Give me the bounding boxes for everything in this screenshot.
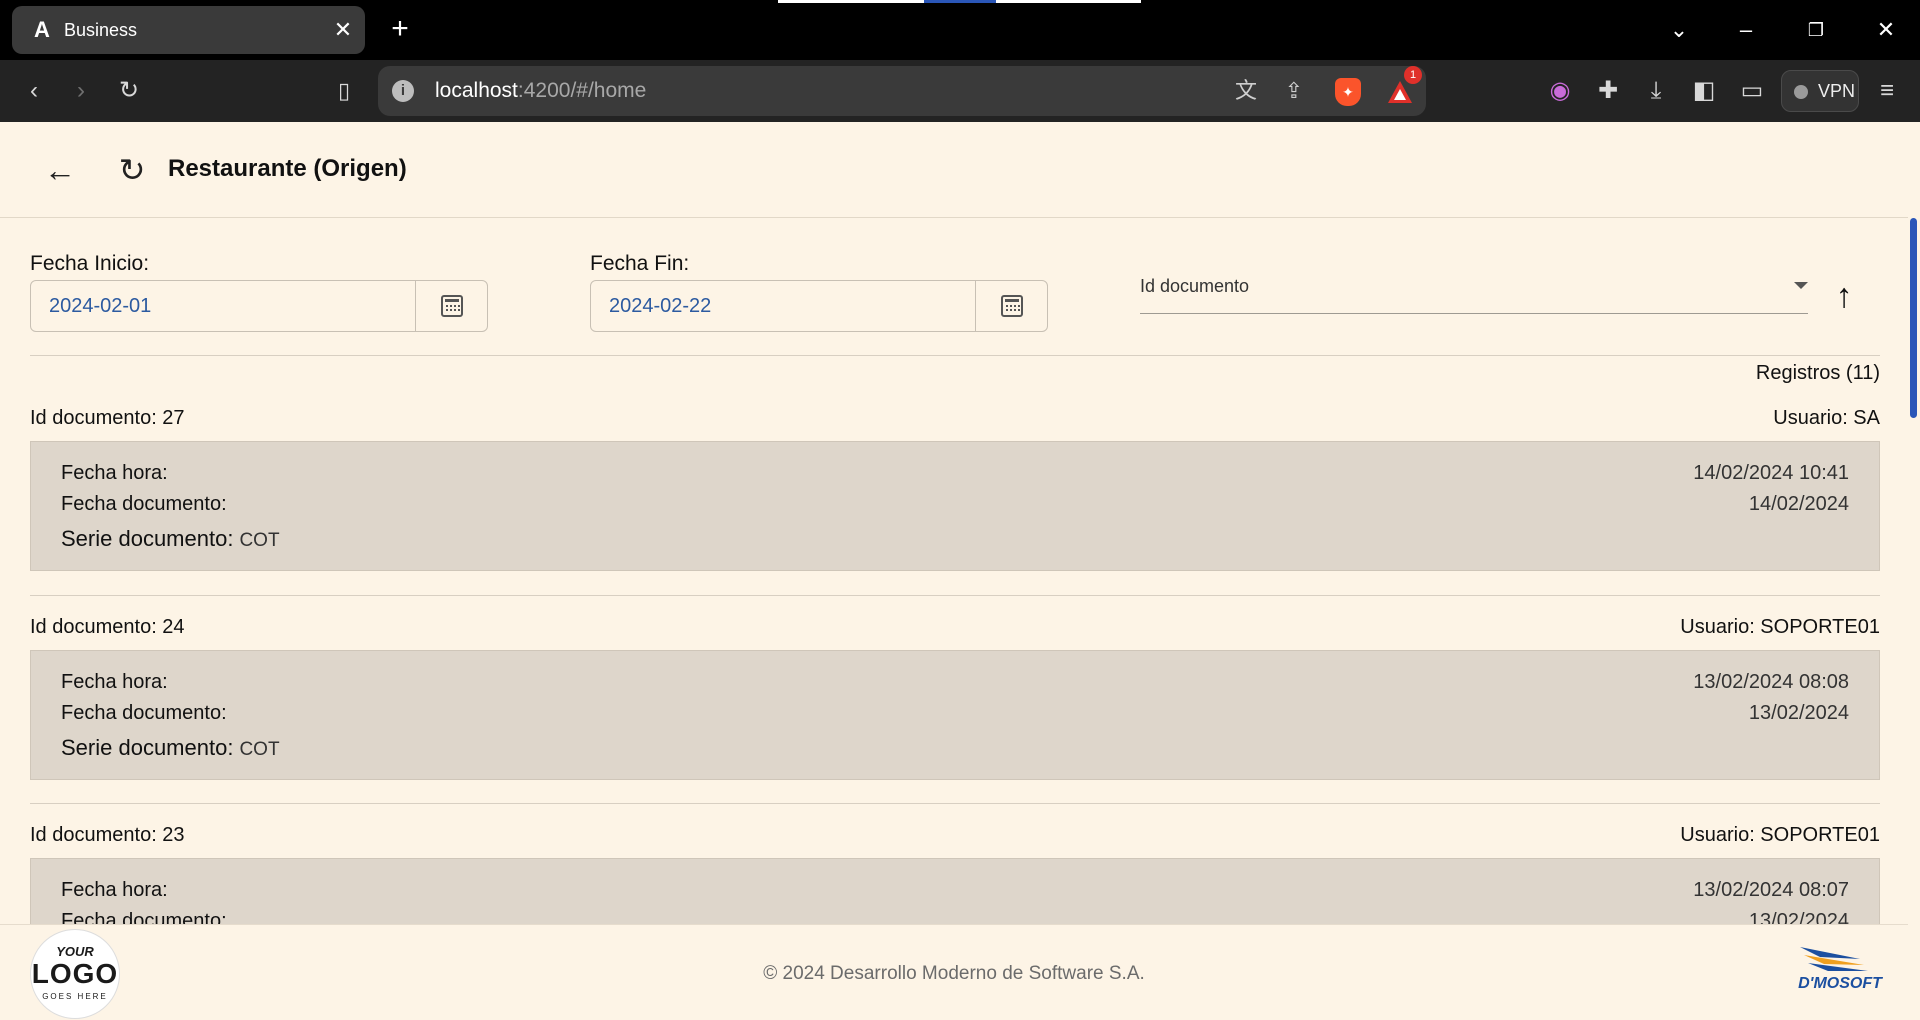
back-arrow-icon[interactable]: ← — [40, 150, 80, 190]
vpn-label: VPN — [1818, 81, 1856, 101]
record-id: Id documento: 27 — [30, 407, 185, 429]
page-title: Restaurante (Origen) — [168, 155, 407, 182]
end-date-label: Fecha Fin: — [590, 252, 690, 275]
dropdown-arrow-icon — [1794, 282, 1808, 289]
record-id: Id documento: 23 — [30, 824, 185, 846]
serie-documento: Serie documento: COT — [61, 526, 280, 551]
calendar-icon — [1001, 295, 1023, 317]
record-user: Usuario: SOPORTE01 — [1680, 824, 1880, 846]
bookmark-icon[interactable]: ▯ — [327, 74, 361, 108]
loading-bar — [778, 0, 924, 3]
refresh-icon[interactable]: ↻ — [112, 150, 152, 190]
start-date-label: Fecha Inicio: — [30, 252, 150, 275]
scrollbar-thumb[interactable] — [1910, 218, 1917, 418]
browser-tabbar: A Business ✕ + ⌄ – ❐ ✕ — [0, 0, 1920, 60]
fecha-documento-label: Fecha documento: — [61, 493, 227, 515]
browser-tab-business[interactable]: A Business ✕ — [12, 6, 365, 54]
end-date-value: 2024-02-22 — [609, 295, 712, 317]
record-card[interactable]: Fecha hora: 14/02/2024 10:41 Fecha docum… — [30, 441, 1880, 571]
loading-bar-progress — [924, 0, 996, 3]
close-window-icon[interactable]: ✕ — [1866, 10, 1906, 50]
share-icon[interactable]: ⇪ — [1277, 74, 1311, 108]
close-tab-icon[interactable]: ✕ — [331, 18, 355, 42]
divider — [30, 595, 1880, 596]
menu-icon[interactable]: ≡ — [1870, 74, 1904, 108]
order-by-label: Id documento — [1140, 276, 1250, 296]
record-id: Id documento: 24 — [30, 616, 185, 638]
app-header: ← ↻ Restaurante (Origen) — [0, 122, 1908, 218]
sort-ascending-icon[interactable]: ↑ — [1826, 276, 1862, 316]
end-date-picker-button[interactable] — [975, 281, 1047, 331]
tab-search-icon[interactable]: ⌄ — [1659, 10, 1699, 50]
fecha-hora-value: 13/02/2024 08:08 — [1693, 671, 1849, 693]
copyright-text: © 2024 Desarrollo Moderno de Software S.… — [763, 963, 1145, 984]
serie-documento: Serie documento: COT — [61, 735, 280, 760]
extension-circle-icon[interactable]: ◉ — [1543, 74, 1577, 108]
fecha-hora-label: Fecha hora: — [61, 671, 168, 693]
dmosoft-wings-icon — [1800, 947, 1868, 971]
start-date-value: 2024-02-01 — [49, 295, 152, 317]
rewards-badge: 1 — [1404, 66, 1422, 84]
brave-shields-icon[interactable]: ✦ — [1335, 78, 1361, 106]
logo-sub-text: GOES HERE — [42, 992, 108, 1001]
angular-icon: A — [34, 17, 50, 42]
translate-icon[interactable]: 文 — [1229, 74, 1263, 108]
restore-icon[interactable]: ❐ — [1796, 10, 1836, 50]
sidebar-icon[interactable]: ◧ — [1687, 74, 1721, 108]
fecha-documento-value: 13/02/2024 — [1748, 702, 1849, 724]
reload-icon[interactable]: ↻ — [112, 74, 146, 108]
records-count: Registros (11) — [1755, 362, 1880, 384]
browser-toolbar: ‹ › ↻ ▯ i localhost:4200/#/home 文 ⇪ ✦ 1 … — [0, 60, 1920, 122]
record-card[interactable]: Fecha hora: 13/02/2024 08:07 Fecha docum… — [30, 858, 1880, 924]
footer: YOUR LOGO GOES HERE © 2024 Desarrollo Mo… — [0, 924, 1908, 1020]
address-bar[interactable]: i localhost:4200/#/home 文 ⇪ ✦ 1 — [378, 66, 1426, 116]
back-nav-icon[interactable]: ‹ — [17, 74, 51, 108]
dmosoft-logo: D'MOSOFT — [1790, 943, 1890, 1003]
url-text: localhost:4200/#/home — [435, 79, 647, 102]
order-by-select[interactable]: Id documento — [1140, 270, 1808, 314]
loading-bar-end — [996, 0, 1141, 3]
download-icon[interactable]: ⤓ — [1639, 74, 1673, 108]
fecha-hora-label: Fecha hora: — [61, 879, 168, 901]
fecha-documento-value: 13/02/2024 — [1748, 910, 1849, 924]
divider — [30, 355, 1880, 356]
fecha-hora-value: 13/02/2024 08:07 — [1693, 879, 1849, 901]
end-date-field[interactable]: 2024-02-22 — [590, 280, 1048, 332]
calendar-icon — [441, 295, 463, 317]
dmosoft-brand-text: D'MOSOFT — [1798, 975, 1882, 992]
new-tab-icon[interactable]: + — [385, 14, 415, 44]
extensions-puzzle-icon[interactable]: ✚ — [1591, 74, 1625, 108]
record-card[interactable]: Fecha hora: 13/02/2024 08:08 Fecha docum… — [30, 650, 1880, 780]
fecha-documento-label: Fecha documento: — [61, 910, 227, 924]
fecha-documento-value: 14/02/2024 — [1748, 493, 1849, 515]
logo-top-text: YOUR — [56, 944, 94, 959]
fecha-hora-label: Fecha hora: — [61, 462, 168, 484]
wallet-icon[interactable]: ▭ — [1735, 74, 1769, 108]
minimize-icon[interactable]: – — [1726, 10, 1766, 50]
tab-title: Business — [64, 20, 138, 40]
record-user: Usuario: SA — [1773, 407, 1880, 429]
record-user: Usuario: SOPORTE01 — [1680, 616, 1880, 638]
vpn-status-icon — [1794, 85, 1808, 99]
start-date-field[interactable]: 2024-02-01 — [30, 280, 488, 332]
divider — [30, 803, 1880, 804]
fecha-documento-label: Fecha documento: — [61, 702, 227, 724]
fecha-hora-value: 14/02/2024 10:41 — [1693, 462, 1849, 484]
site-info-icon[interactable]: i — [392, 80, 414, 102]
vpn-button[interactable]: VPN — [1781, 70, 1859, 112]
start-date-picker-button[interactable] — [415, 281, 487, 331]
forward-nav-icon[interactable]: › — [64, 74, 98, 108]
